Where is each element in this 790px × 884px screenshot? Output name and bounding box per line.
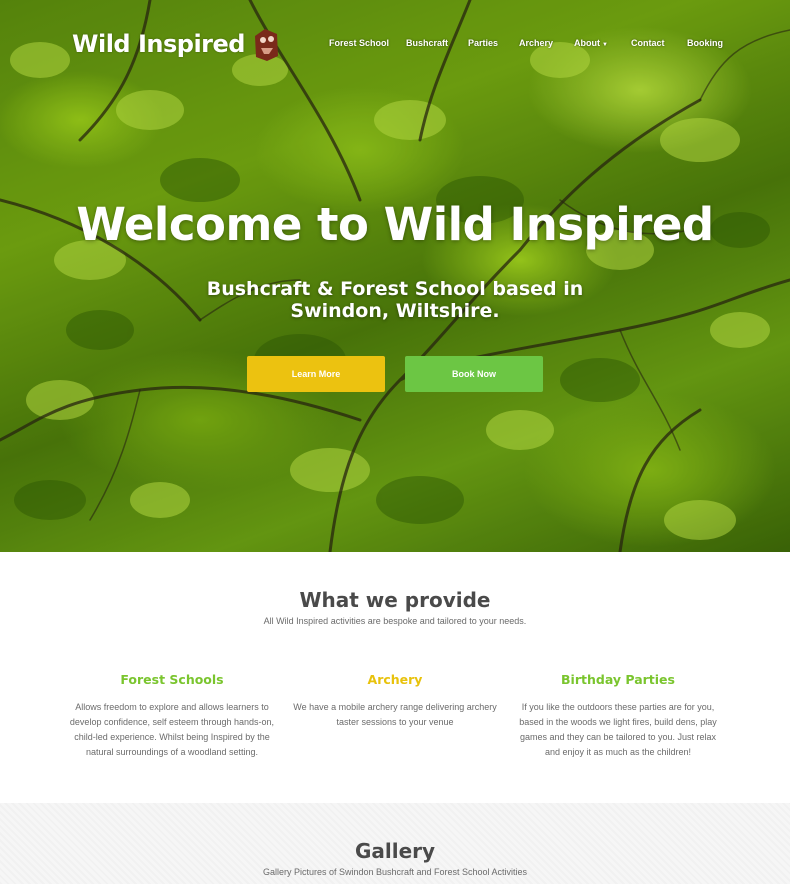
nav-contact[interactable]: Contact <box>631 38 665 48</box>
card-forest-schools: Forest Schools Allows freedom to explore… <box>66 672 278 760</box>
main-nav: Forest School Bushcraft Parties Archery … <box>0 38 790 54</box>
provide-title: What we provide <box>299 588 491 612</box>
nav-booking[interactable]: Booking <box>687 38 723 48</box>
card-text: Allows freedom to explore and allows lea… <box>69 702 275 757</box>
nav-about[interactable]: About ▼ <box>574 38 608 48</box>
card-text: If you like the outdoors these parties a… <box>519 702 717 757</box>
nav-about-label: About <box>574 38 600 48</box>
provide-subtitle: All Wild Inspired activities are bespoke… <box>263 616 527 626</box>
nav-bushcraft[interactable]: Bushcraft <box>406 38 448 48</box>
nav-archery[interactable]: Archery <box>519 38 553 48</box>
book-now-button[interactable]: Book Now <box>405 356 543 392</box>
hero-overlay <box>0 0 790 552</box>
learn-more-button[interactable]: Learn More <box>247 356 385 392</box>
card-title: Birthday Parties <box>561 672 675 687</box>
card-archery: Archery We have a mobile archery range d… <box>289 672 501 730</box>
gallery-section: Gallery Gallery Pictures of Swindon Bush… <box>0 803 790 884</box>
nav-parties[interactable]: Parties <box>468 38 498 48</box>
gallery-title: Gallery <box>354 839 436 863</box>
chevron-down-icon: ▼ <box>602 42 608 48</box>
provide-section: What we provide All Wild Inspired activi… <box>0 552 790 803</box>
hero-section: Wild Inspired Forest School Bushcraft Pa… <box>0 0 790 552</box>
hero-subtitle: Bushcraft & Forest School based in Swind… <box>206 278 584 322</box>
card-birthday-parties: Birthday Parties If you like the outdoor… <box>512 672 724 760</box>
nav-forest-school[interactable]: Forest School <box>329 38 389 48</box>
card-title: Forest Schools <box>120 672 224 687</box>
card-title: Archery <box>367 672 423 687</box>
gallery-subtitle: Gallery Pictures of Swindon Bushcraft an… <box>262 867 528 877</box>
card-text: We have a mobile archery range deliverin… <box>293 702 497 727</box>
hero-title: Welcome to Wild Inspired <box>76 198 714 251</box>
